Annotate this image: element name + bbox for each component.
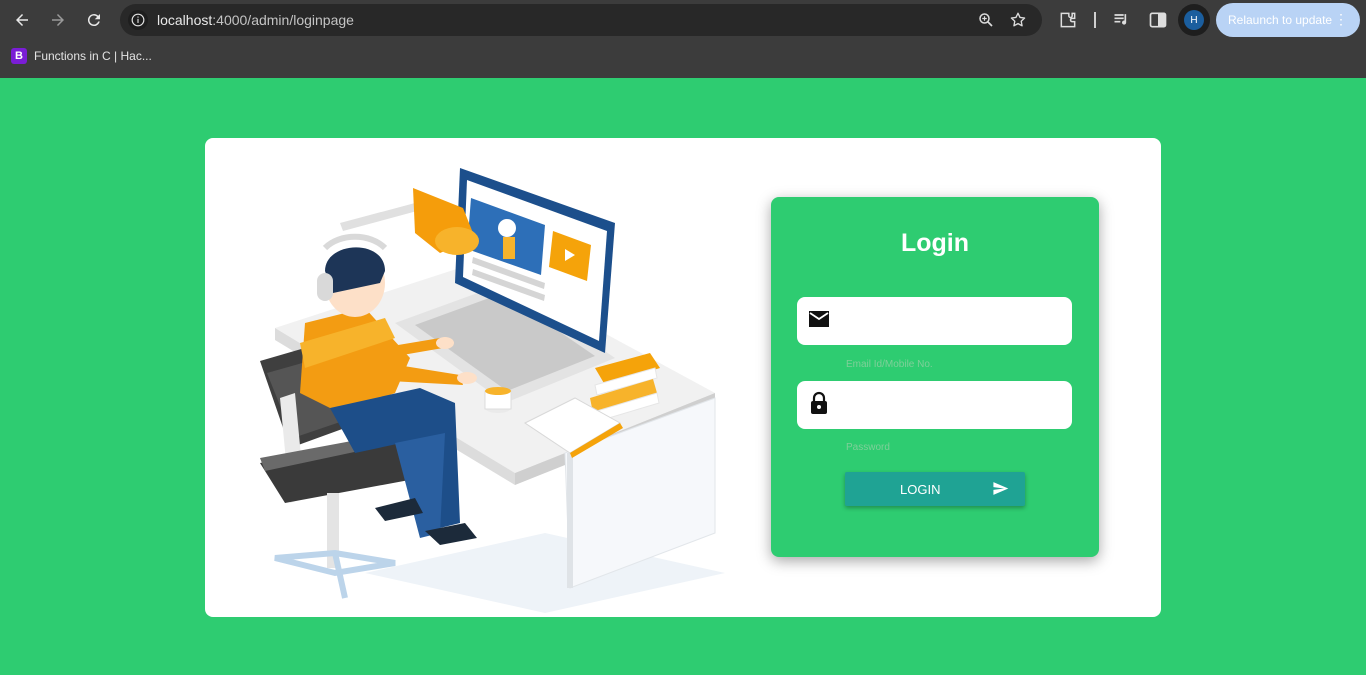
back-arrow-icon — [16, 14, 28, 26]
address-bar[interactable]: localhost:4000/admin/loginpage — [120, 4, 1042, 36]
relaunch-to-update-button[interactable]: Relaunch to update ⋮ — [1216, 3, 1360, 37]
forward-arrow-icon — [52, 14, 64, 26]
reload-icon — [87, 14, 100, 27]
url-path: :4000/admin/loginpage — [212, 12, 354, 28]
bookmark-label: Functions in C | Hac... — [34, 49, 152, 63]
bookmark-star-icon[interactable] — [1009, 11, 1027, 29]
url-text[interactable]: localhost:4000/admin/loginpage — [157, 12, 354, 28]
password-placeholder-label: Password — [846, 442, 890, 453]
media-controls-icon[interactable] — [1112, 10, 1132, 30]
back-button[interactable] — [10, 8, 34, 32]
more-menu-icon[interactable]: ⋮ — [1334, 11, 1348, 28]
password-field[interactable] — [797, 381, 1072, 429]
profile-avatar[interactable]: H — [1178, 4, 1210, 36]
url-host: localhost — [157, 12, 213, 28]
login-button-label: LOGIN — [900, 482, 941, 497]
zoom-icon[interactable] — [977, 11, 995, 29]
email-placeholder-label: Email Id/Mobile No. — [846, 359, 933, 370]
lock-icon — [811, 391, 827, 414]
browser-toolbar: localhost:4000/admin/loginpage H Relaunc… — [0, 0, 1366, 40]
site-info-icon[interactable] — [128, 10, 148, 30]
forward-button[interactable] — [46, 8, 70, 32]
side-panel-icon[interactable] — [1148, 10, 1168, 30]
send-icon — [993, 482, 1009, 495]
bookmark-item[interactable]: B Functions in C | Hac... — [11, 48, 152, 64]
password-input[interactable] — [843, 389, 1063, 421]
envelope-icon — [809, 311, 829, 327]
student-at-computer-illustration — [260, 168, 725, 613]
extensions-icon[interactable] — [1058, 10, 1078, 30]
login-panel: Login Email Id/Mobile No. Password LOGIN — [771, 197, 1099, 557]
email-input[interactable] — [843, 305, 1063, 337]
login-button[interactable]: LOGIN — [845, 472, 1025, 506]
bootstrap-favicon-icon: B — [11, 48, 27, 64]
relaunch-label: Relaunch to update — [1228, 13, 1333, 27]
browser-chrome: localhost:4000/admin/loginpage H Relaunc… — [0, 0, 1366, 78]
login-title: Login — [900, 229, 970, 257]
email-field[interactable] — [797, 297, 1072, 345]
toolbar-separator — [1094, 12, 1096, 28]
reload-button[interactable] — [82, 8, 106, 32]
profile-initial: H — [1184, 10, 1204, 30]
login-card: Login Email Id/Mobile No. Password LOGIN — [205, 138, 1161, 617]
